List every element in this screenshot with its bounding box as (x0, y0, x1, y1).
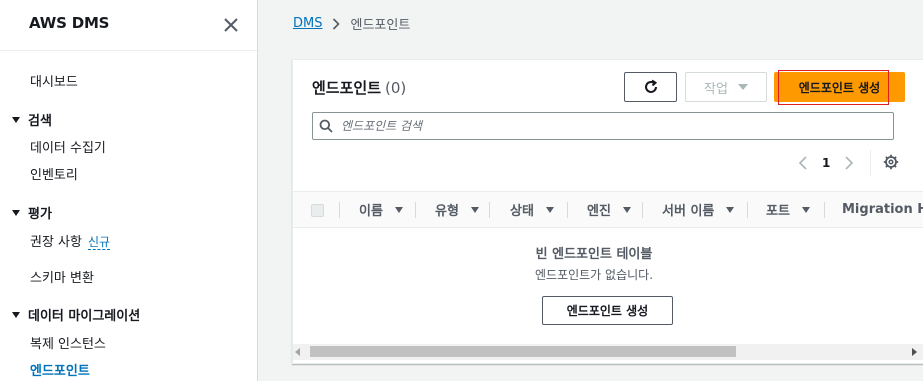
page-number[interactable]: 1 (822, 156, 830, 170)
chevron-left-icon[interactable] (798, 156, 808, 170)
column-divider (415, 202, 416, 218)
sidebar: AWS DMS 대시보드 검색 데이터 수집기 인벤토리 평가 권장 사항 신규 … (0, 0, 258, 381)
column-header-name[interactable]: 이름 (359, 192, 403, 227)
column-label: 상태 (510, 204, 534, 219)
scroll-right-arrow-icon[interactable] (912, 348, 917, 356)
caret-down-icon (737, 84, 748, 90)
sort-icon (622, 206, 631, 213)
refresh-button[interactable] (624, 72, 677, 102)
sort-icon (470, 206, 479, 213)
sidebar-title: AWS DMS (29, 14, 110, 32)
column-divider (567, 202, 568, 218)
sidebar-item-recommendations[interactable]: 권장 사항 신규 (30, 231, 111, 250)
search-icon (319, 119, 333, 133)
pagination: 1 (798, 153, 854, 173)
column-divider (339, 202, 340, 218)
sidebar-item-inventory[interactable]: 인벤토리 (30, 164, 78, 183)
sidebar-section-label: 데이터 마이그레이션 (28, 309, 141, 324)
create-endpoint-button[interactable]: 엔드포인트 생성 (774, 72, 905, 102)
sidebar-section-migration[interactable]: 데이터 마이그레이션 (12, 305, 140, 324)
column-label: 이름 (359, 204, 383, 219)
column-header-status[interactable]: 상태 (510, 192, 554, 227)
sidebar-item-label: 권장 사항 (30, 235, 82, 250)
sort-icon (545, 206, 554, 213)
empty-state-title: 빈 엔드포인트 테이블 (535, 247, 653, 262)
column-label: Migration Hul (842, 202, 923, 217)
sort-icon (394, 206, 403, 213)
column-divider (642, 202, 643, 218)
caret-down-icon (12, 117, 20, 123)
panel-title: 엔드포인트 (0) (312, 77, 406, 98)
sidebar-item-dashboard[interactable]: 대시보드 (30, 71, 78, 90)
sort-icon (726, 206, 735, 213)
table-header: 이름 유형 상태 엔진 서버 이름 포트 Migration Hul (293, 191, 923, 228)
empty-create-endpoint-button[interactable]: 엔드포인트 생성 (542, 296, 673, 325)
column-header-engine[interactable]: 엔진 (587, 192, 631, 227)
column-divider (747, 202, 748, 218)
caret-down-icon (12, 312, 20, 318)
column-divider (489, 202, 490, 218)
column-label: 포트 (766, 204, 790, 219)
sidebar-section-discover[interactable]: 검색 (12, 110, 52, 129)
column-label: 엔진 (587, 204, 611, 219)
horizontal-scrollbar[interactable] (293, 344, 923, 360)
sidebar-divider (0, 50, 257, 51)
column-header-port[interactable]: 포트 (766, 192, 810, 227)
scrollbar-thumb[interactable] (310, 346, 736, 357)
scroll-left-arrow-icon[interactable] (295, 348, 300, 356)
column-label: 유형 (435, 204, 459, 219)
select-all-checkbox[interactable] (311, 204, 324, 217)
endpoints-panel: 엔드포인트(0) 작업 엔드포인트 생성 1 (292, 59, 923, 364)
caret-down-icon (12, 210, 20, 216)
column-divider (824, 202, 825, 218)
close-icon[interactable] (222, 16, 240, 34)
sidebar-section-label: 검색 (28, 114, 52, 129)
sidebar-item-schema-conversion[interactable]: 스키마 변환 (30, 267, 94, 286)
actions-label: 작업 (704, 81, 728, 97)
chevron-right-icon[interactable] (844, 156, 854, 170)
sidebar-item-endpoints[interactable]: 엔드포인트 (30, 360, 90, 379)
chevron-right-icon (333, 17, 341, 30)
sort-icon (801, 206, 810, 213)
breadcrumb-dms-link[interactable]: DMS (293, 16, 322, 31)
breadcrumb: DMS 엔드포인트 (293, 14, 410, 33)
sidebar-section-assess[interactable]: 평가 (12, 203, 52, 222)
breadcrumb-current: 엔드포인트 (350, 18, 411, 33)
refresh-icon (644, 79, 657, 93)
search-input[interactable] (341, 116, 881, 136)
panel-title-text: 엔드포인트 (312, 79, 382, 97)
empty-state-description: 엔드포인트가 없습니다. (534, 268, 654, 282)
sidebar-section-label: 평가 (28, 207, 52, 222)
endpoint-count: (0) (385, 79, 407, 97)
new-badge[interactable]: 신규 (87, 235, 111, 250)
search-field[interactable] (312, 112, 894, 140)
pager-divider (870, 150, 871, 176)
column-header-server-name[interactable]: 서버 이름 (662, 192, 735, 227)
sidebar-item-collectors[interactable]: 데이터 수집기 (30, 137, 106, 156)
column-header-migration-hub[interactable]: Migration Hul (842, 192, 923, 227)
sidebar-item-replication-instances[interactable]: 복제 인스턴스 (30, 333, 106, 352)
column-header-type[interactable]: 유형 (435, 192, 479, 227)
column-label: 서버 이름 (662, 204, 715, 219)
actions-dropdown-button[interactable]: 작업 (685, 72, 767, 102)
gear-icon[interactable] (883, 154, 899, 170)
